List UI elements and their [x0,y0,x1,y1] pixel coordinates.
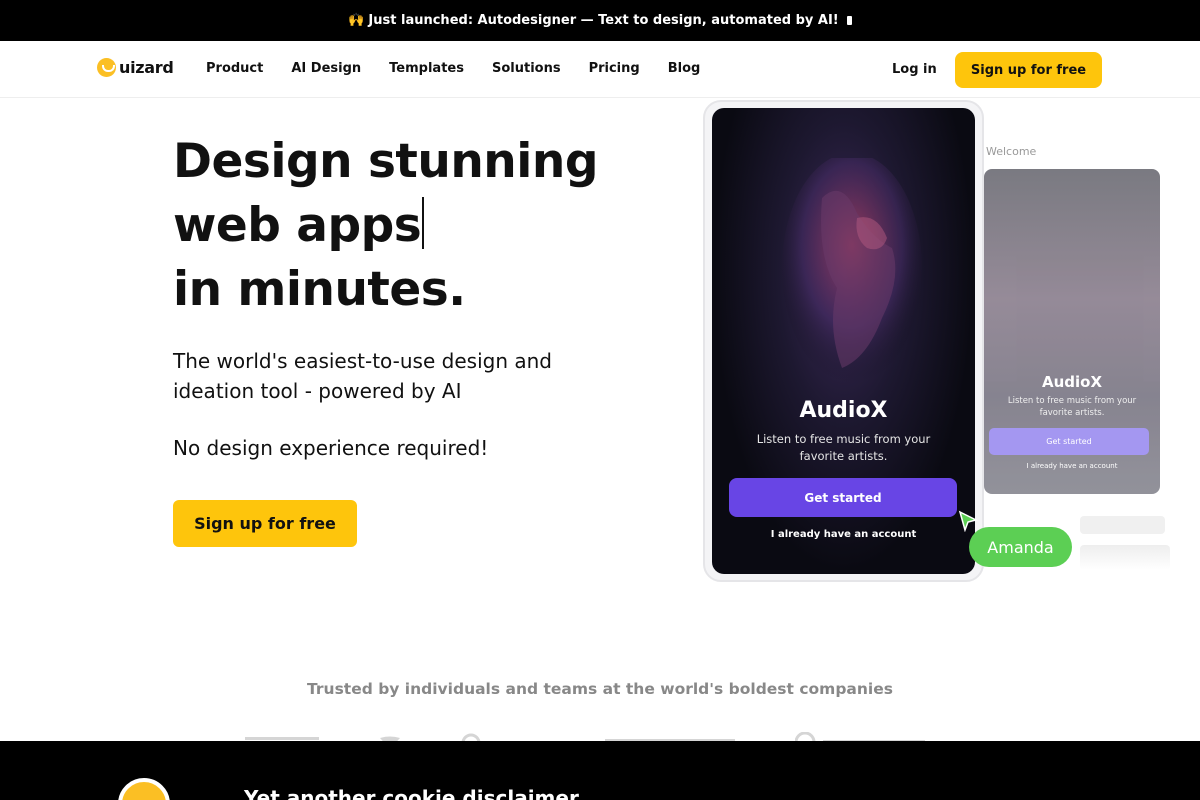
back-screen-welcome: Welcome [986,145,1037,158]
hero-subtitle: The world's easiest-to-use design and id… [173,349,552,403]
collaborator-badge: Amanda [969,527,1072,567]
logo-icon [97,58,116,77]
hero-title-line-1: Design stunning [173,134,598,189]
trusted-heading: Trusted by individuals and teams at the … [307,680,893,698]
nav-links: Product AI Design Templates Solutions Pr… [206,61,700,76]
front-account-link: I already have an account [770,529,917,540]
singer-image [782,158,922,383]
cursor-icon [846,16,852,25]
signup-button-hero[interactable]: Sign up for free [173,500,357,547]
nav-link-product[interactable]: Product [206,61,263,76]
typing-caret [422,197,425,249]
front-get-started-button: Get started [729,478,957,517]
hero-title-line-2: web apps [173,198,422,253]
main-nav: uizard Product AI Design Templates Solut… [0,41,1200,98]
back-screen-bar [1080,516,1165,534]
uizard-logo[interactable]: uizard [97,58,174,77]
back-phone-screen: AudioX Listen to free music from your fa… [984,169,1160,494]
cookie-banner: Yet another cookie disclaimer [0,741,1200,800]
logo-text: uizard [119,58,174,77]
collaborator-cursor-icon [958,510,978,532]
back-get-started-button: Get started [989,428,1149,455]
hero-title-line-3: in minutes. [173,262,466,317]
front-app-title: AudioX [799,398,888,423]
announcement-text[interactable]: Just launched: Autodesigner — Text to de… [368,13,838,28]
back-app-subtitle: Listen to free music from your favorite … [1007,396,1137,418]
nav-link-solutions[interactable]: Solutions [492,61,561,76]
back-screen-footer [1080,545,1170,570]
hero-note: No design experience required! [173,436,489,460]
back-app-title: AudioX [1041,373,1103,391]
cookie-title: Yet another cookie disclaimer [244,786,579,800]
nav-link-templates[interactable]: Templates [389,61,464,76]
front-app-subtitle: Listen to free music from your favorite … [756,432,931,463]
signup-button-nav[interactable]: Sign up for free [955,52,1102,88]
back-account-link: I already have an account [1026,462,1118,470]
raised-hands-icon: 🙌 [348,13,365,28]
login-link[interactable]: Log in [892,62,937,77]
front-phone-screen: AudioX Listen to free music from your fa… [712,108,975,574]
nav-link-pricing[interactable]: Pricing [589,61,640,76]
cookie-icon [118,778,170,800]
announcement-bar[interactable]: 🙌 Just launched: Autodesigner — Text to … [0,0,1200,41]
nav-link-ai-design[interactable]: AI Design [291,61,361,76]
hero-title: Design stunning web apps in minutes. [173,130,598,322]
nav-link-blog[interactable]: Blog [668,61,701,76]
